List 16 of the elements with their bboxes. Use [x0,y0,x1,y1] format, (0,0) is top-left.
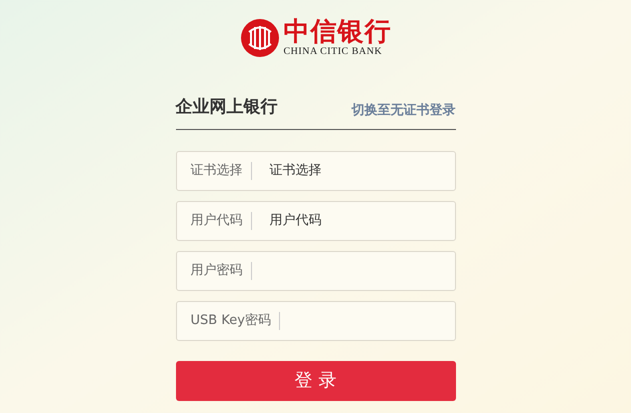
bank-subtitle: CHINA CITIC BANK [284,46,382,58]
page-heading: 企业网上银行 [176,96,278,119]
input-field[interactable]: 用户密码 [176,250,456,290]
login-button[interactable]: 登 录 [176,360,456,400]
input-field[interactable]: 证书选择 证书选择 [176,150,456,190]
input-field[interactable]: USB Key密码 [176,300,456,340]
field-value: 用户代码 [270,212,322,230]
field-value: 证书选择 [270,162,322,180]
logo-icon [240,18,280,58]
field-label: USB Key密码 [190,312,280,330]
input-field[interactable]: 用户代码 用户代码 [176,200,456,240]
field-label: 证书选择 [190,162,252,180]
bank-name: 中信银行 [284,18,392,46]
field-label: 用户代码 [190,212,252,230]
field-label: 用户密码 [190,262,252,280]
switch-login-link[interactable]: 切换至无证书登录 [352,101,456,120]
